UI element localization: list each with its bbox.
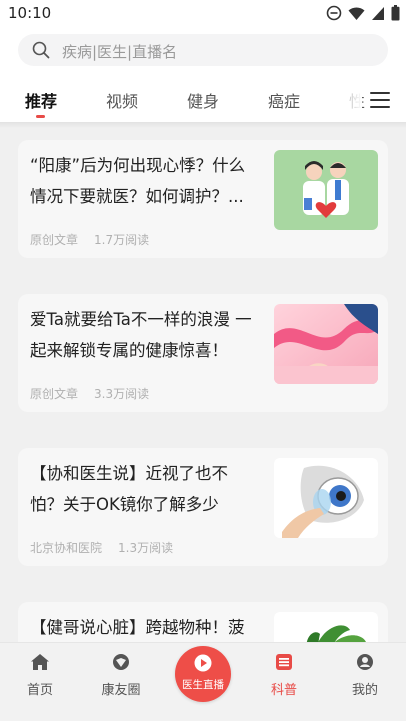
tabs-fade	[322, 80, 362, 116]
doctor-live-label: 医生直播	[182, 679, 224, 691]
article-list-icon	[276, 654, 292, 670]
search-bar[interactable]: 疾病|医生|直播名	[18, 34, 388, 66]
nav-profile-label: 我的	[351, 683, 378, 698]
active-tab-indicator	[36, 115, 45, 118]
nav-home[interactable]: 首页	[5, 653, 75, 698]
nav-profile[interactable]: 我的	[330, 653, 400, 698]
battery-icon	[391, 5, 400, 21]
search-icon	[32, 41, 50, 59]
tab-recommend[interactable]: 推荐	[25, 88, 57, 112]
feed-shadow	[0, 122, 406, 128]
doctors-heart-illustration	[274, 150, 378, 230]
article-card[interactable]: 【健哥说心脏】跨越物种！菠	[18, 602, 388, 642]
article-card[interactable]: “阳康”后为何出现心悸？什么情况下要就医？如何调护？... 原创文章 1.7万阅读	[18, 140, 388, 258]
article-reads: 1.3万阅读	[118, 541, 174, 555]
article-reads: 1.7万阅读	[94, 233, 150, 247]
eye-contact-lens-image	[274, 458, 378, 538]
nav-science[interactable]: 科普	[249, 653, 319, 698]
article-source: 原创文章	[30, 233, 79, 247]
nav-community-label: 康友圈	[101, 683, 141, 698]
article-thumbnail	[274, 612, 378, 642]
article-title: “阳康”后为何出现心悸？什么情况下要就医？如何调护？...	[30, 156, 246, 206]
article-thumbnail	[274, 150, 378, 230]
do-not-disturb-icon	[326, 5, 342, 21]
menu-icon[interactable]	[370, 92, 390, 108]
home-icon	[31, 654, 49, 670]
article-title: 爱Ta就要给Ta不一样的浪漫 一起来解锁专属的健康惊喜！	[30, 310, 252, 360]
tab-fitness[interactable]: 健身	[187, 88, 219, 112]
article-title: 【协和医生说】近视了也不怕？关于OK镜你了解多少	[30, 464, 228, 514]
community-icon	[113, 654, 129, 670]
article-reads: 3.3万阅读	[94, 387, 150, 401]
article-source: 北京协和医院	[30, 541, 103, 555]
play-icon	[194, 654, 212, 672]
tab-cancer[interactable]: 癌症	[268, 88, 300, 112]
article-thumbnail	[274, 304, 378, 384]
nav-science-label: 科普	[270, 683, 297, 698]
green-herb-image	[274, 612, 378, 642]
doctor-live-button[interactable]: 医生直播	[175, 646, 231, 702]
article-card[interactable]: 【协和医生说】近视了也不怕？关于OK镜你了解多少 北京协和医院 1.3万阅读	[18, 448, 388, 566]
tab-video[interactable]: 视频	[106, 88, 138, 112]
article-source: 原创文章	[30, 387, 79, 401]
search-placeholder: 疾病|医生|直播名	[62, 43, 178, 61]
nav-home-label: 首页	[26, 683, 53, 698]
article-thumbnail	[274, 458, 378, 538]
profile-icon	[357, 654, 373, 670]
article-title: 【健哥说心脏】跨越物种！菠	[30, 618, 245, 637]
pink-ribbon-hands-image	[274, 304, 378, 384]
status-time: 10:10	[8, 4, 52, 22]
article-meta: 北京协和医院 1.3万阅读	[30, 539, 173, 556]
article-meta: 原创文章 3.3万阅读	[30, 385, 149, 402]
article-feed: “阳康”后为何出现心悸？什么情况下要就医？如何调护？... 原创文章 1.7万阅读…	[0, 122, 406, 642]
status-bar: 10:10	[0, 0, 406, 28]
signal-icon	[372, 6, 384, 20]
article-card[interactable]: 爱Ta就要给Ta不一样的浪漫 一起来解锁专属的健康惊喜！ 原创文章 3.3万阅读	[18, 294, 388, 412]
nav-community[interactable]: 康友圈	[86, 653, 156, 698]
wifi-icon	[348, 6, 365, 20]
article-meta: 原创文章 1.7万阅读	[30, 231, 149, 248]
status-icons	[326, 5, 400, 21]
